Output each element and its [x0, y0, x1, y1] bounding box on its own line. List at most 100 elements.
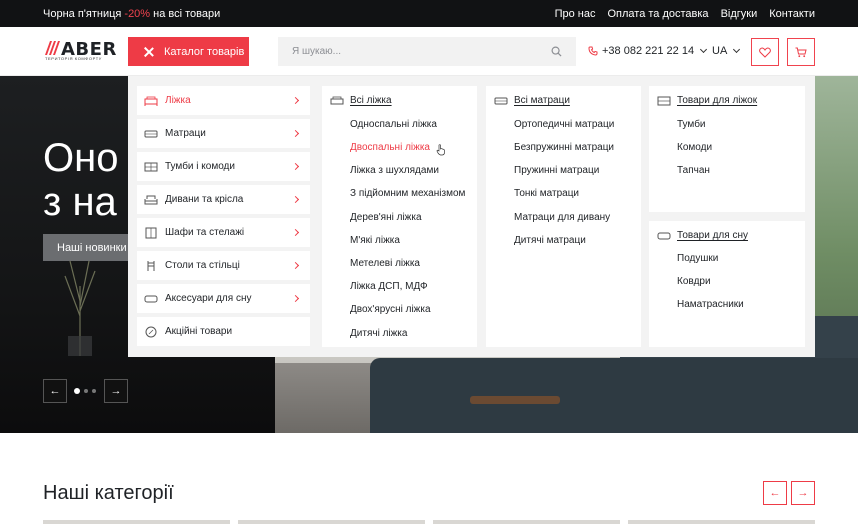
sofa-icon — [144, 195, 158, 204]
link-contacts[interactable]: Контакти — [769, 8, 815, 20]
menu-link[interactable]: Тапчан — [677, 165, 710, 176]
phone-number: +38 082 221 22 14 — [602, 45, 695, 57]
column-heading[interactable]: Товари для сну — [657, 230, 748, 241]
chevron-right-icon — [291, 294, 300, 303]
menu-link[interactable]: Тумби — [677, 119, 706, 130]
logo-tagline: ТЕРИТОРІЯ КОМФОРТУ — [45, 56, 102, 61]
menu-link[interactable]: Двоспальні ліжка — [350, 142, 430, 153]
bed-icon — [330, 96, 344, 104]
heading-bed-goods: Товари для ліжок — [677, 95, 758, 106]
language-selector[interactable]: UA — [712, 45, 741, 57]
category-card[interactable] — [628, 520, 815, 524]
menu-link[interactable]: Матраци для дивану — [514, 212, 610, 223]
heading-all-beds: Всі ліжка — [350, 95, 392, 106]
arrow-left-icon: ← — [49, 385, 61, 397]
close-icon — [144, 47, 154, 57]
sidebar-item-label: Тумби і комоди — [165, 161, 235, 172]
sidebar-item-label: Дивани та крісла — [165, 194, 244, 205]
top-bar: Чорна п'ятниця -20% на всі товари Про на… — [0, 0, 858, 27]
phone-icon — [588, 46, 598, 56]
chevron-down-icon — [700, 45, 708, 54]
sidebar-item-label: Акційні товари — [165, 326, 233, 337]
column-heading[interactable]: Всі ліжка — [330, 95, 392, 106]
search-input[interactable] — [278, 37, 548, 66]
sidebar-item-tables[interactable]: Столи та стільці — [137, 251, 310, 280]
catalog-label: Каталог товарів — [164, 45, 245, 58]
menu-link[interactable]: Подушки — [677, 253, 718, 264]
column-heading[interactable]: Товари для ліжок — [657, 95, 757, 106]
menu-link[interactable]: Метелеві ліжка — [350, 258, 420, 269]
categories-title: Наші категорії — [43, 482, 174, 504]
menu-link[interactable]: З підйомним механізмом — [350, 188, 465, 199]
sidebar-item-sofas[interactable]: Дивани та крісла — [137, 185, 310, 214]
menu-link[interactable]: Комоди — [677, 142, 712, 153]
promo-discount: -20% — [124, 8, 151, 20]
catalog-button[interactable]: Каталог товарів — [128, 37, 249, 66]
chevron-right-icon — [291, 195, 300, 204]
menu-link[interactable]: Дитячі ліжка — [350, 328, 407, 339]
menu-link[interactable]: Дерев'яні ліжка — [350, 212, 422, 223]
menu-link[interactable]: Ковдри — [677, 276, 711, 287]
arrow-left-icon: ← — [769, 487, 781, 499]
promo-text: Чорна п'ятниця -20% на всі товари — [43, 8, 220, 20]
bed-icon — [144, 96, 158, 106]
hero-next-button[interactable]: → — [104, 379, 128, 403]
new-arrivals-button[interactable]: Наші новинки — [43, 234, 135, 261]
sidebar-item-wardrobes[interactable]: Шафи та стелажі — [137, 218, 310, 247]
menu-column-sleep-goods: Товари для сну Подушки Ковдри Наматрасни… — [649, 221, 805, 347]
column-heading[interactable]: Всі матраци — [494, 95, 570, 106]
cart-button[interactable] — [787, 38, 815, 66]
slider-dot[interactable] — [84, 389, 88, 393]
sidebar-item-beds[interactable]: Ліжка — [137, 86, 310, 115]
link-payment-delivery[interactable]: Оплата та доставка — [607, 8, 708, 20]
hero-prev-button[interactable]: ← — [43, 379, 67, 403]
mattress-icon — [144, 130, 158, 137]
phone-dropdown[interactable]: +38 082 221 22 14 — [588, 45, 708, 57]
menu-column-mattresses: Всі матраци Ортопедичні матраци Безпружи… — [486, 86, 641, 347]
wishlist-button[interactable] — [751, 38, 779, 66]
sidebar-item-sale[interactable]: Акційні товари — [137, 317, 310, 346]
logo[interactable]: ABER ТЕРИТОРІЯ КОМФОРТУ — [43, 39, 116, 63]
menu-link[interactable]: М'які ліжка — [350, 235, 400, 246]
sidebar-item-label: Матраци — [165, 128, 206, 139]
pillow-icon — [657, 232, 671, 239]
categories-prev-button[interactable]: ← — [763, 481, 787, 505]
menu-link[interactable]: Ліжка ДСП, МДФ — [350, 281, 428, 292]
logo-mark-icon — [45, 41, 60, 55]
menu-link[interactable]: Односпальні ліжка — [350, 119, 437, 130]
slider-dot[interactable] — [92, 389, 96, 393]
dresser-icon — [657, 96, 671, 105]
chevron-right-icon — [291, 228, 300, 237]
menu-column-bed-goods: Товари для ліжок Тумби Комоди Тапчан — [649, 86, 805, 212]
link-reviews[interactable]: Відгуки — [721, 8, 758, 20]
sidebar-item-sleep-accessories[interactable]: Аксесуари для сну — [137, 284, 310, 313]
chevron-right-icon — [291, 261, 300, 270]
sofa-image — [370, 358, 858, 433]
menu-link[interactable]: Безпружинні матраци — [514, 142, 614, 153]
category-card[interactable] — [43, 520, 230, 524]
sidebar-item-mattresses[interactable]: Матраци — [137, 119, 310, 148]
sidebar-item-label: Ліжка — [165, 95, 191, 106]
link-about[interactable]: Про нас — [555, 8, 596, 20]
plant-decoration-icon — [64, 256, 96, 356]
search-icon[interactable] — [551, 46, 562, 57]
slider-dots — [74, 388, 96, 394]
dresser-icon — [144, 162, 158, 171]
menu-link[interactable]: Двох'ярусні ліжка — [350, 304, 431, 315]
menu-link[interactable]: Пружинні матраци — [514, 165, 599, 176]
category-card[interactable] — [238, 520, 425, 524]
categories-next-button[interactable]: → — [791, 481, 815, 505]
menu-link[interactable]: Ліжка з шухлядами — [350, 165, 439, 176]
search-box — [278, 37, 576, 66]
menu-column-beds: Всі ліжка Односпальні ліжка Двоспальні л… — [322, 86, 477, 347]
coffee-table — [470, 396, 560, 404]
menu-link[interactable]: Тонкі матраци — [514, 188, 579, 199]
menu-link[interactable]: Дитячі матраци — [514, 235, 586, 246]
menu-link[interactable]: Наматрасники — [677, 299, 744, 310]
sidebar-item-label: Шафи та стелажі — [165, 227, 245, 238]
categories-cards-strip — [43, 520, 815, 524]
sidebar-item-nightstands[interactable]: Тумби і комоди — [137, 152, 310, 181]
menu-link[interactable]: Ортопедичні матраци — [514, 119, 614, 130]
category-card[interactable] — [433, 520, 620, 524]
slider-dot[interactable] — [74, 388, 80, 394]
